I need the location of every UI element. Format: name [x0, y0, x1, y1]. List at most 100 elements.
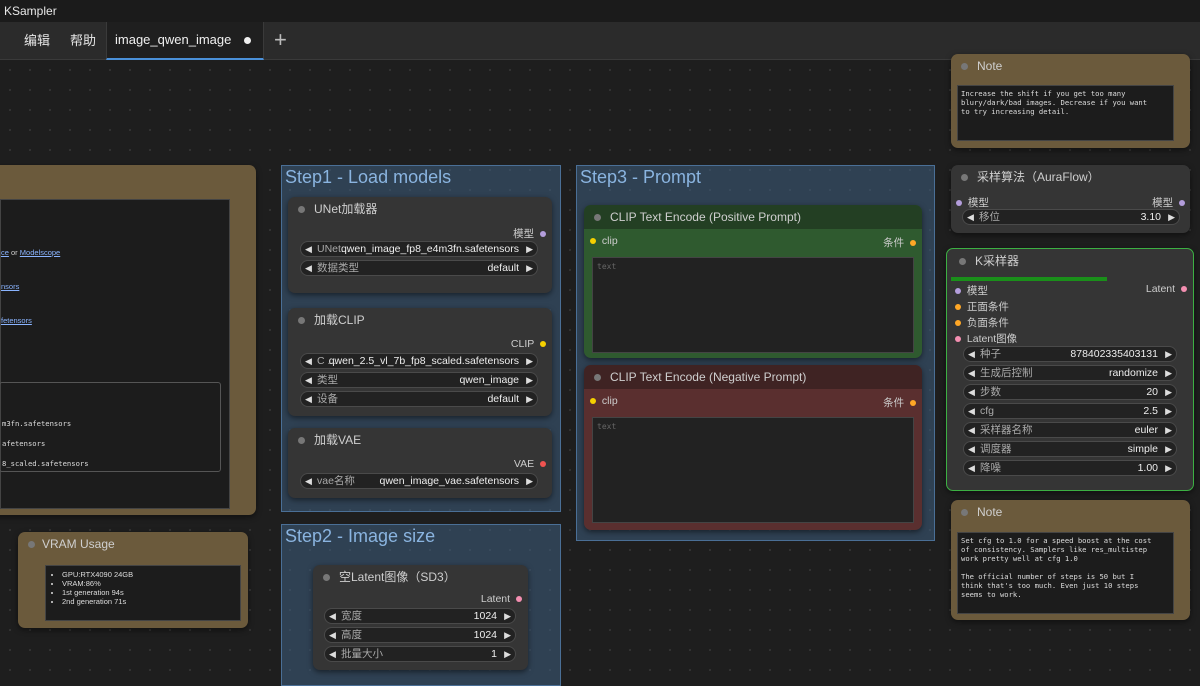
slot-dot-icon[interactable] [590, 238, 596, 245]
right-arrow-icon[interactable]: ▶ [1165, 366, 1172, 380]
tab-workflow[interactable]: image_qwen_image [106, 22, 264, 60]
input-slot-clip[interactable]: clip [590, 235, 618, 247]
collapse-dot-icon[interactable] [28, 541, 35, 548]
node-header[interactable]: UNet加载器 [288, 197, 552, 221]
collapse-dot-icon[interactable] [298, 206, 305, 213]
input-slot-clip[interactable]: clip [590, 395, 618, 407]
shift-number[interactable]: ◀ 移位 3.10 ▶ [962, 209, 1180, 225]
output-slot-model[interactable]: 模型 [1152, 195, 1185, 210]
node-header[interactable]: 采样算法（AuraFlow） [951, 165, 1190, 189]
node-header[interactable]: CLIP Text Encode (Negative Prompt) [584, 365, 922, 389]
slot-dot-icon[interactable] [516, 596, 522, 603]
right-arrow-icon[interactable]: ▶ [1168, 210, 1175, 224]
left-arrow-icon[interactable]: ◀ [305, 242, 312, 256]
negative-prompt-node[interactable]: CLIP Text Encode (Negative Prompt) clip … [584, 365, 922, 530]
left-arrow-icon[interactable]: ◀ [968, 347, 975, 361]
right-arrow-icon[interactable]: ▶ [504, 609, 511, 623]
output-slot-latent[interactable]: Latent [481, 593, 522, 605]
slot-dot-icon[interactable] [956, 200, 962, 207]
left-arrow-icon[interactable]: ◀ [967, 210, 974, 224]
menu-help[interactable]: 帮助 [70, 22, 96, 60]
right-arrow-icon[interactable]: ▶ [1165, 404, 1172, 418]
left-arrow-icon[interactable]: ◀ [329, 628, 336, 642]
input-slot-negative[interactable]: 负面条件 [955, 315, 1009, 330]
input-slot-model[interactable]: 模型 [956, 195, 989, 210]
positive-prompt-textarea[interactable]: text [592, 257, 914, 353]
collapse-dot-icon[interactable] [594, 214, 601, 221]
node-header[interactable]: 加载VAE [288, 428, 552, 452]
output-slot-conditioning[interactable]: 条件 [883, 235, 916, 250]
scheduler-combo[interactable]: ◀ 调度器 simple ▶ [963, 441, 1177, 457]
link-huggingface-partial[interactable]: ce [1, 248, 9, 257]
left-arrow-icon[interactable]: ◀ [968, 461, 975, 475]
collapse-dot-icon[interactable] [594, 374, 601, 381]
negative-prompt-textarea[interactable]: text [592, 417, 914, 523]
right-arrow-icon[interactable]: ▶ [1165, 385, 1172, 399]
slot-dot-icon[interactable] [955, 304, 961, 311]
output-slot-clip[interactable]: CLIP [511, 338, 546, 350]
unet-name-combo[interactable]: ◀ UNet... qwen_image_fp8_e4m3fn.safetens… [300, 241, 538, 257]
right-arrow-icon[interactable]: ▶ [526, 261, 533, 275]
collapse-dot-icon[interactable] [961, 509, 968, 516]
left-arrow-icon[interactable]: ◀ [968, 404, 975, 418]
slot-dot-icon[interactable] [540, 461, 546, 468]
left-arrow-icon[interactable]: ◀ [305, 392, 312, 406]
left-arrow-icon[interactable]: ◀ [305, 261, 312, 275]
right-arrow-icon[interactable]: ▶ [1165, 442, 1172, 456]
right-arrow-icon[interactable]: ▶ [1165, 423, 1172, 437]
height-number[interactable]: ◀ 高度 1024 ▶ [324, 627, 516, 643]
node-header[interactable]: CLIP Text Encode (Positive Prompt) [584, 205, 922, 229]
new-tab-plus-icon[interactable]: + [274, 22, 287, 60]
left-arrow-icon[interactable]: ◀ [329, 609, 336, 623]
positive-prompt-node[interactable]: CLIP Text Encode (Positive Prompt) clip … [584, 205, 922, 358]
output-slot-vae[interactable]: VAE [514, 458, 546, 470]
right-arrow-icon[interactable]: ▶ [526, 373, 533, 387]
sampler-name-combo[interactable]: ◀ 采样器名称 euler ▶ [963, 422, 1177, 438]
node-header[interactable]: 空Latent图像（SD3） [313, 565, 528, 589]
denoise-number[interactable]: ◀ 降噪 1.00 ▶ [963, 460, 1177, 476]
input-slot-positive[interactable]: 正面条件 [955, 299, 1009, 314]
collapse-dot-icon[interactable] [959, 258, 966, 265]
left-arrow-icon[interactable]: ◀ [305, 373, 312, 387]
left-arrow-icon[interactable]: ◀ [968, 423, 975, 437]
dtype-combo[interactable]: ◀ 数据类型 default ▶ [300, 260, 538, 276]
slot-dot-icon[interactable] [910, 400, 916, 407]
right-arrow-icon[interactable]: ▶ [526, 242, 533, 256]
right-arrow-icon[interactable]: ▶ [1165, 347, 1172, 361]
left-arrow-icon[interactable]: ◀ [305, 474, 312, 488]
link-partial-2[interactable]: fetensors [1, 316, 32, 325]
slot-dot-icon[interactable] [590, 398, 596, 405]
clip-name-combo[interactable]: ◀ C ... qwen_2.5_vl_7b_fp8_scaled.safete… [300, 353, 538, 369]
node-header[interactable]: VRAM Usage [18, 532, 248, 556]
node-header[interactable]: 加载CLIP [288, 308, 552, 332]
empty-latent-node[interactable]: 空Latent图像（SD3） Latent ◀ 宽度 1024 ▶ ◀ 高度 1… [313, 565, 528, 670]
left-info-node[interactable]: ce or Modelscope nsors fetensors m3fn.sa… [0, 165, 256, 515]
menu-edit[interactable]: 编辑 [24, 22, 50, 60]
right-arrow-icon[interactable]: ▶ [504, 647, 511, 661]
ksampler-node[interactable]: K采样器 模型 Latent 正面条件 负面条件 Latent图像 ◀ 种子 8… [946, 248, 1194, 491]
vae-name-combo[interactable]: ◀ vae名称 qwen_image_vae.safetensors ▶ [300, 473, 538, 489]
steps-number[interactable]: ◀ 步数 20 ▶ [963, 384, 1177, 400]
right-arrow-icon[interactable]: ▶ [526, 474, 533, 488]
vram-usage-node[interactable]: VRAM Usage GPU:RTX4090 24GB VRAM:86% 1st… [18, 532, 248, 628]
collapse-dot-icon[interactable] [298, 317, 305, 324]
clip-loader-node[interactable]: 加载CLIP CLIP ◀ C ... qwen_2.5_vl_7b_fp8_s… [288, 308, 552, 416]
slot-dot-icon[interactable] [540, 341, 546, 348]
left-arrow-icon[interactable]: ◀ [329, 647, 336, 661]
right-arrow-icon[interactable]: ▶ [1165, 461, 1172, 475]
control-after-generate-combo[interactable]: ◀ 生成后控制 randomize ▶ [963, 365, 1177, 381]
right-arrow-icon[interactable]: ▶ [504, 628, 511, 642]
collapse-dot-icon[interactable] [961, 174, 968, 181]
collapse-dot-icon[interactable] [323, 574, 330, 581]
node-header[interactable]: Note [951, 500, 1190, 524]
node-header[interactable]: Note [951, 54, 1190, 78]
node-header[interactable]: K采样器 [947, 249, 1193, 273]
slot-dot-icon[interactable] [1181, 286, 1187, 293]
note-node-top[interactable]: Note Increase the shift if you get too m… [951, 54, 1190, 148]
note-node-bottom[interactable]: Note Set cfg to 1.0 for a speed boost at… [951, 500, 1190, 620]
link-modelscope[interactable]: Modelscope [20, 248, 60, 257]
clip-device-combo[interactable]: ◀ 设备 default ▶ [300, 391, 538, 407]
collapse-dot-icon[interactable] [298, 437, 305, 444]
left-arrow-icon[interactable]: ◀ [968, 385, 975, 399]
auraflow-node[interactable]: 采样算法（AuraFlow） 模型 模型 ◀ 移位 3.10 ▶ [951, 165, 1190, 233]
